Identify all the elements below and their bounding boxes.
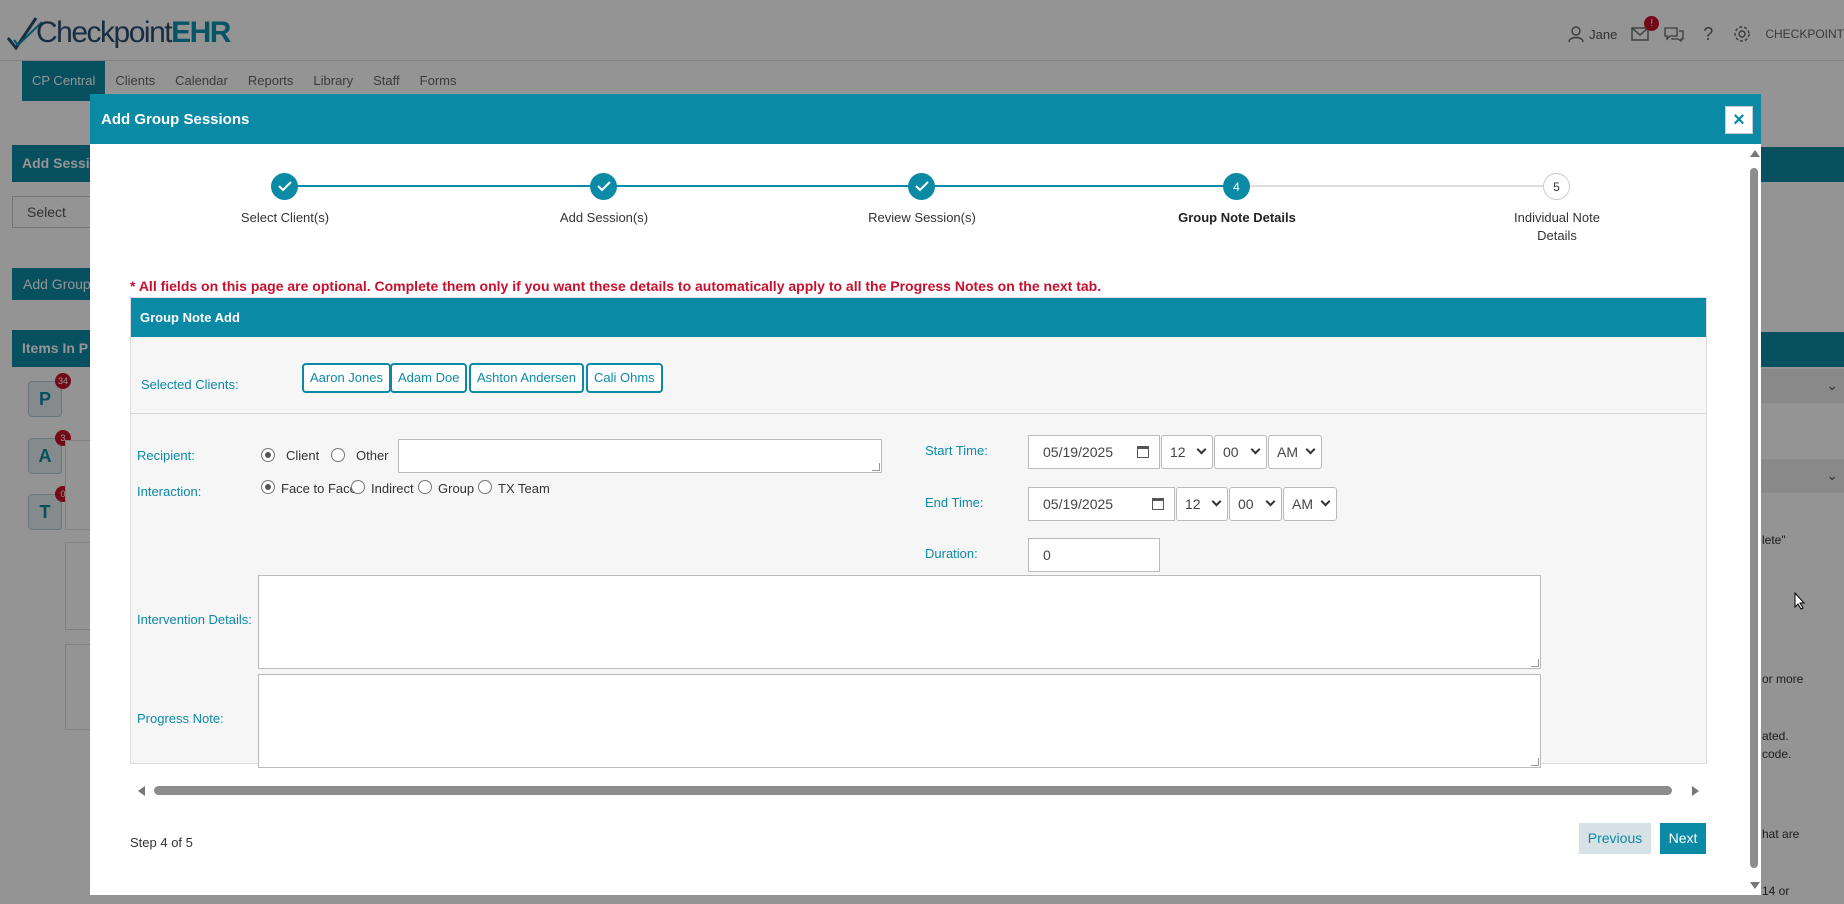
end-date-input[interactable]: 05/19/2025 (1028, 487, 1175, 521)
group-note-form: Group Note Add Selected Clients: Aaron J… (130, 297, 1707, 768)
add-group-sessions-modal: Add Group Sessions × Select Client(s) Ad… (90, 94, 1761, 895)
scroll-left-arrow-icon[interactable] (138, 786, 145, 796)
stepper-remaining-line (1236, 185, 1556, 187)
close-button[interactable]: × (1725, 106, 1753, 134)
duration-input[interactable]: 0 (1028, 538, 1160, 572)
check-icon (596, 181, 611, 192)
resize-handle[interactable] (1531, 659, 1539, 667)
modal-header: Add Group Sessions × (90, 94, 1761, 144)
step-count: Step 4 of 5 (130, 835, 193, 850)
step-2-circle[interactable] (590, 173, 617, 200)
form-divider (131, 413, 1706, 414)
client-chip-aaron-jones[interactable]: Aaron Jones (302, 363, 391, 393)
end-time-label: End Time: (925, 495, 984, 510)
close-icon: × (1733, 109, 1745, 131)
interaction-face-to-face-radio[interactable] (261, 480, 275, 494)
recipient-other-radio[interactable] (331, 448, 345, 462)
resize-handle[interactable] (872, 463, 880, 471)
chevron-down-icon (1196, 444, 1207, 455)
scrollbar-thumb[interactable] (154, 786, 1672, 795)
stepper-progress-line (284, 185, 1236, 187)
interaction-label: Interaction: (137, 484, 202, 499)
mouse-cursor-icon (1794, 592, 1806, 610)
duration-label: Duration: (925, 546, 978, 561)
step-4-circle[interactable]: 4 (1223, 173, 1250, 200)
interaction-group-radio[interactable] (418, 480, 432, 494)
client-chip-adam-doe[interactable]: Adam Doe (390, 363, 468, 393)
step-2-label: Add Session(s) (559, 210, 649, 225)
end-ampm-select[interactable]: AM (1283, 487, 1337, 521)
chevron-down-icon (1305, 444, 1316, 455)
step-3-circle[interactable] (908, 173, 935, 200)
chevron-down-icon (1250, 444, 1261, 455)
resize-handle[interactable] (1531, 758, 1539, 766)
step-5-label: Individual Note Details (1514, 210, 1600, 243)
wizard-stepper: Select Client(s) Add Session(s) Review S… (120, 148, 1710, 248)
recipient-other-input[interactable] (398, 439, 882, 473)
step-4-label: Group Note Details (1178, 210, 1296, 225)
progress-note-textarea[interactable] (258, 674, 1541, 768)
scroll-up-arrow-icon[interactable] (1750, 150, 1760, 157)
interaction-tx-team-radio[interactable] (478, 480, 492, 494)
recipient-client-radio[interactable] (261, 448, 275, 462)
interaction-indirect-label: Indirect (371, 481, 414, 496)
interaction-face-to-face-label: Face to Face (281, 481, 357, 496)
chevron-down-icon (1320, 496, 1331, 507)
intervention-details-textarea[interactable] (258, 575, 1541, 669)
client-chip-ashton-andersen[interactable]: Ashton Andersen (469, 363, 585, 393)
chevron-down-icon (1211, 496, 1222, 507)
start-ampm-select[interactable]: AM (1268, 435, 1322, 469)
form-header: Group Note Add (131, 298, 1706, 337)
start-date-input[interactable]: 05/19/2025 (1028, 435, 1160, 469)
recipient-other-label: Other (356, 448, 389, 463)
scrollbar-thumb[interactable] (1750, 168, 1758, 868)
start-hour-select[interactable]: 12 (1161, 435, 1213, 469)
end-minute-select[interactable]: 00 (1229, 487, 1282, 521)
selected-clients-label: Selected Clients: (141, 377, 239, 392)
form-horizontal-scrollbar[interactable] (130, 784, 1707, 798)
interaction-indirect-radio[interactable] (351, 480, 365, 494)
modal-title: Add Group Sessions (101, 111, 250, 128)
interaction-tx-team-label: TX Team (498, 481, 550, 496)
recipient-label: Recipient: (137, 448, 195, 463)
end-hour-select[interactable]: 12 (1176, 487, 1228, 521)
check-icon (914, 181, 929, 192)
calendar-icon[interactable] (1152, 498, 1164, 510)
check-icon (277, 181, 292, 192)
start-time-label: Start Time: (925, 443, 988, 458)
previous-button[interactable]: Previous (1579, 823, 1651, 854)
start-minute-select[interactable]: 00 (1214, 435, 1267, 469)
next-button[interactable]: Next (1660, 823, 1706, 854)
intervention-details-label: Intervention Details: (137, 612, 252, 627)
modal-vertical-scrollbar[interactable] (1747, 148, 1761, 891)
progress-note-label: Progress Note: (137, 711, 224, 726)
step-3-label: Review Session(s) (868, 210, 976, 225)
chevron-down-icon (1265, 496, 1276, 507)
step-1-circle[interactable] (271, 173, 298, 200)
calendar-icon[interactable] (1137, 446, 1149, 458)
scroll-down-arrow-icon[interactable] (1750, 882, 1760, 889)
interaction-group-label: Group (438, 481, 475, 496)
step-5-circle[interactable]: 5 (1543, 173, 1570, 200)
recipient-client-label: Client (286, 448, 320, 463)
client-chip-cali-ohms[interactable]: Cali Ohms (586, 363, 663, 393)
scroll-right-arrow-icon[interactable] (1692, 786, 1699, 796)
optional-fields-notice: * All fields on this page are optional. … (130, 278, 1102, 294)
step-1-label: Select Client(s) (240, 210, 330, 225)
